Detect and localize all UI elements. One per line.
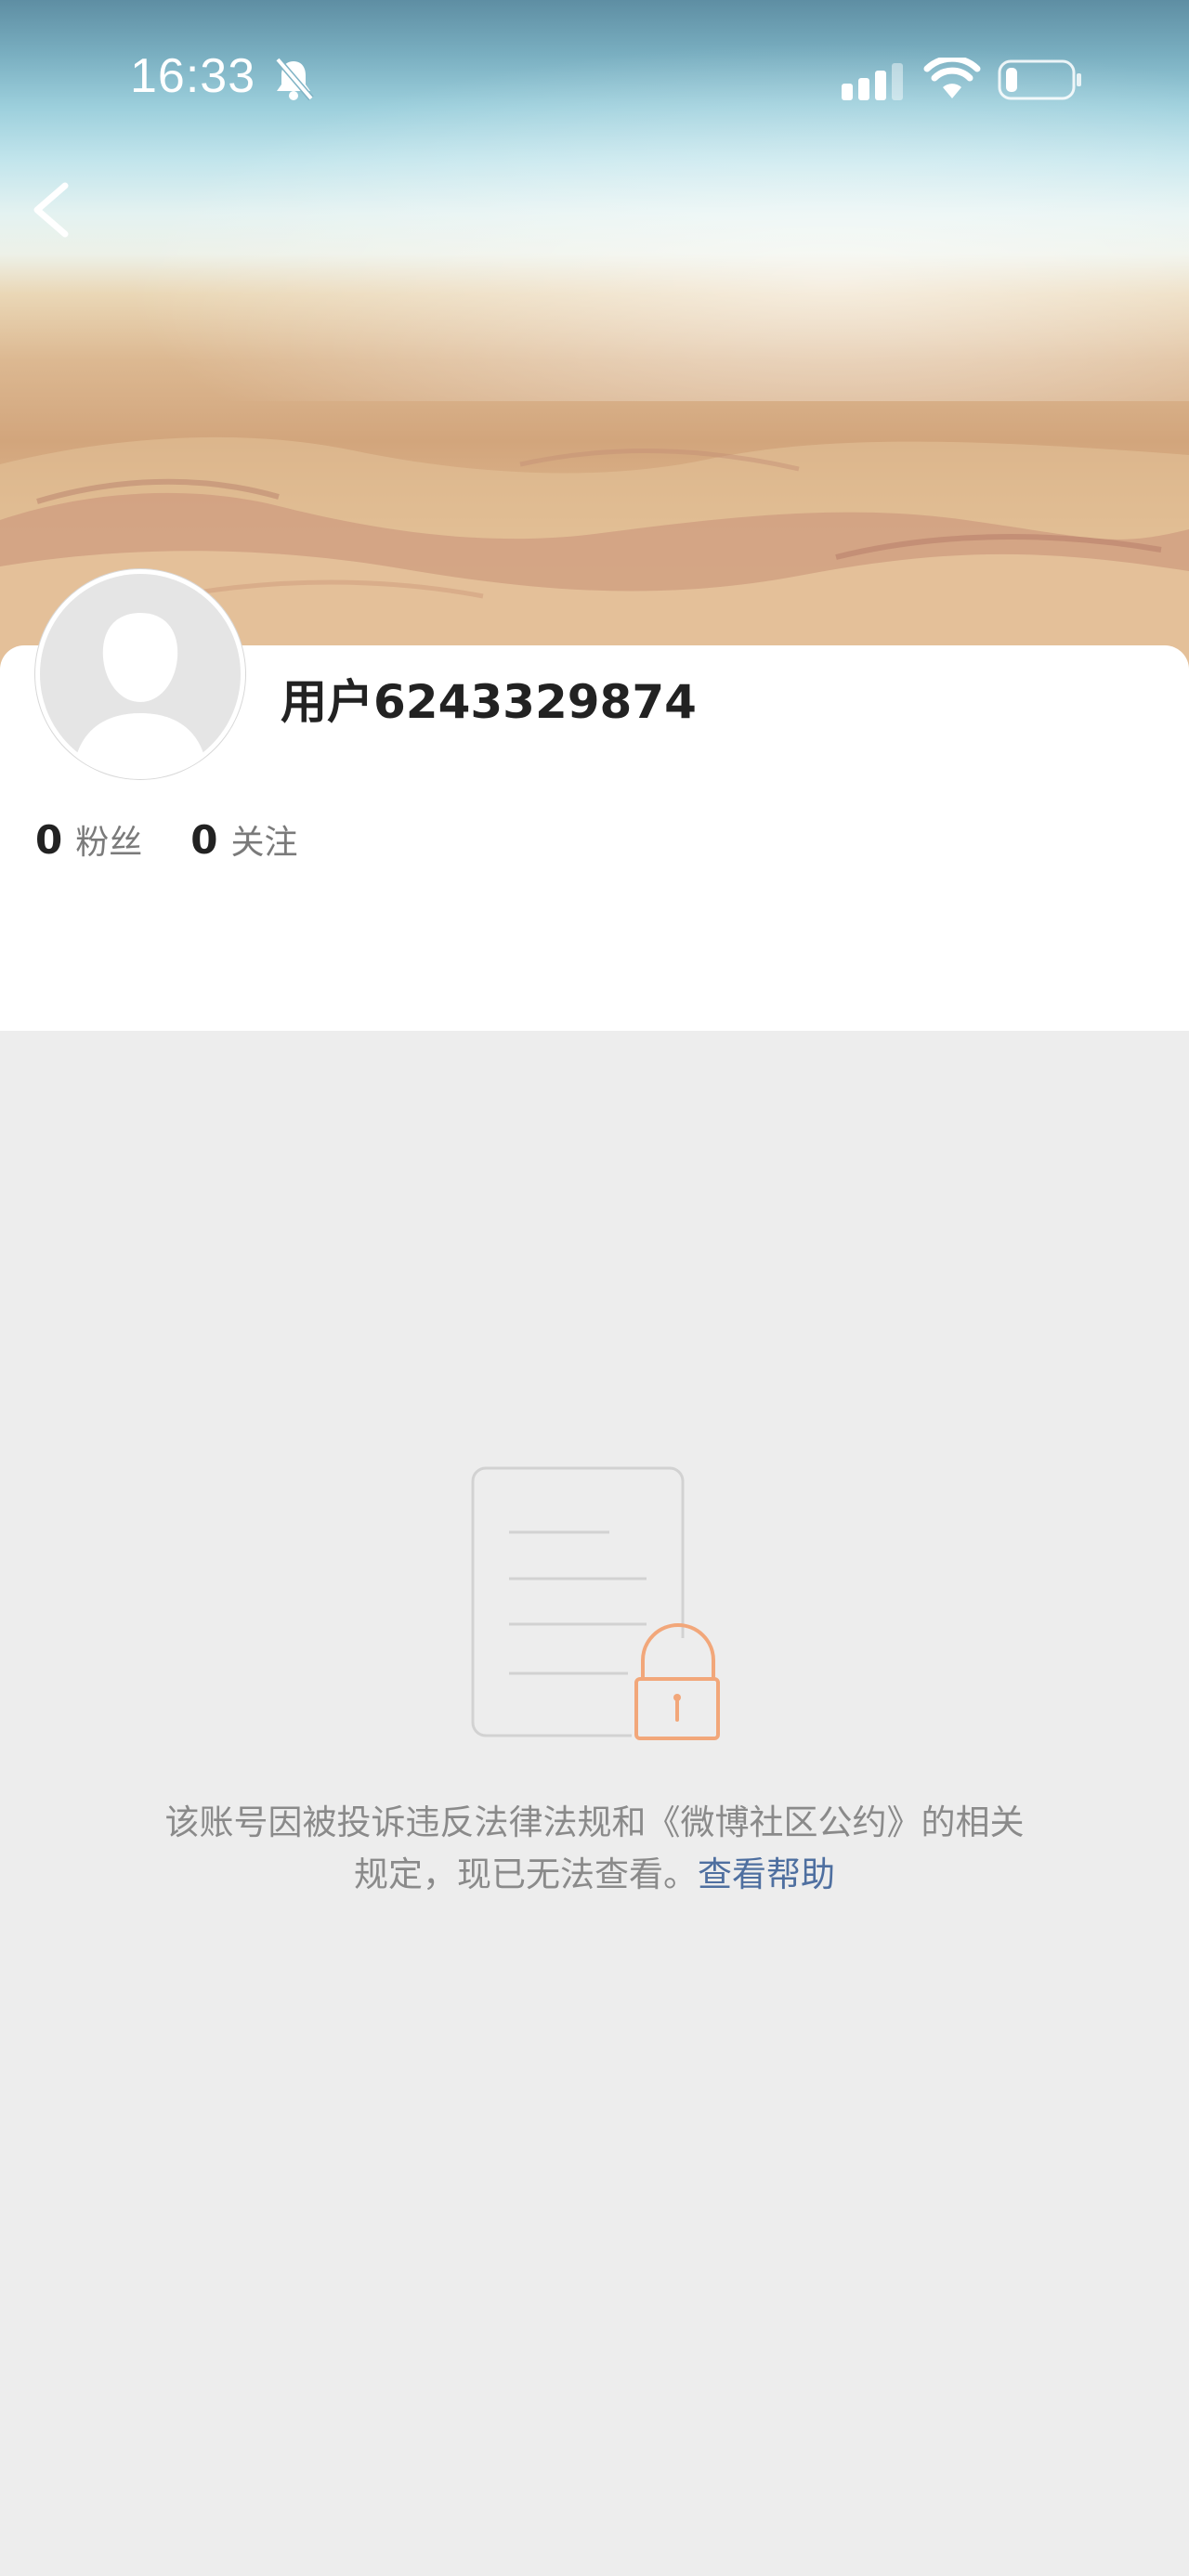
profile-stats: 0 粉丝 0 关注 xyxy=(35,815,346,871)
cellular-signal-icon xyxy=(842,63,905,102)
status-bar: 16:33 xyxy=(0,0,1189,158)
view-help-link[interactable]: 查看帮助 xyxy=(698,1854,835,1894)
back-button[interactable] xyxy=(22,175,80,245)
battery-icon xyxy=(998,59,1083,100)
notice-line-2-text: 规定，现已无法查看。 xyxy=(354,1854,698,1894)
wifi-icon xyxy=(923,55,981,100)
followers-label: 粉丝 xyxy=(75,824,143,862)
username: 用户6243329874 xyxy=(281,675,697,729)
chevron-left-icon xyxy=(33,182,69,238)
following-stat[interactable]: 0 关注 xyxy=(190,815,297,864)
notice-line-2: 规定，现已无法查看。查看帮助 xyxy=(102,1849,1087,1901)
following-count: 0 xyxy=(190,817,218,863)
notice-line-1: 该账号因被投诉违反法律法规和《微博社区公约》的相关 xyxy=(164,1802,1025,1842)
followers-count: 0 xyxy=(35,817,63,863)
status-time: 16:33 xyxy=(130,49,256,103)
bell-muted-icon xyxy=(272,56,315,102)
default-avatar-icon xyxy=(40,574,241,774)
avatar[interactable] xyxy=(35,569,245,779)
locked-document-icon xyxy=(468,1464,725,1746)
following-label: 关注 xyxy=(230,824,298,862)
account-blocked-notice: 该账号因被投诉违反法律法规和《微博社区公约》的相关 规定，现已无法查看。查看帮助 xyxy=(102,1797,1087,1901)
followers-stat[interactable]: 0 粉丝 xyxy=(35,815,142,864)
